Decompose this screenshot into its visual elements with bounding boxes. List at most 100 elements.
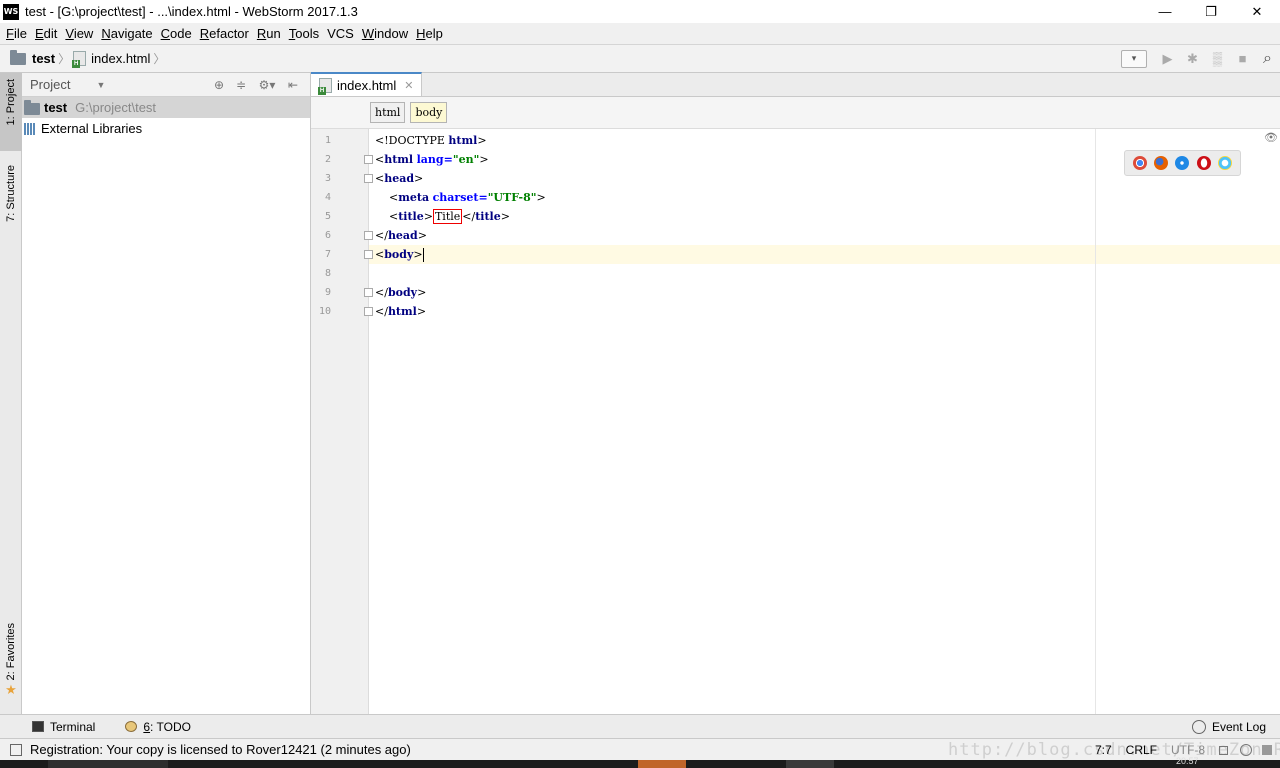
taskbar-clock[interactable]: 20:57 <box>1176 756 1199 766</box>
menu-edit[interactable]: Edit <box>31 26 61 41</box>
menu-help[interactable]: Help <box>412 26 447 41</box>
close-tab-icon[interactable]: ✕ <box>404 79 413 92</box>
star-icon: ★ <box>5 682 17 698</box>
line-separator[interactable]: CRLF <box>1126 743 1157 757</box>
project-panel: Project ▼ ⊕ ≑ ⚙▾ ⇤ test G:\project\test … <box>22 73 311 714</box>
menu-view[interactable]: View <box>61 26 97 41</box>
minimize-button[interactable]: — <box>1142 0 1188 23</box>
tab-label: index.html <box>337 77 397 93</box>
menu-bar: File Edit View Navigate Code Refactor Ru… <box>0 23 1280 44</box>
folder-icon <box>24 100 40 115</box>
search-everywhere-icon[interactable]: ⌕ <box>1255 48 1280 70</box>
code-line-6: </head> <box>375 229 427 242</box>
code-line-3: <head> <box>375 172 424 185</box>
tool-window-favorites-label: 2: Favorites <box>5 623 17 681</box>
nav-crumb-project[interactable]: test <box>10 49 56 66</box>
gear-icon[interactable]: ⚙▾ <box>252 78 282 92</box>
folder-icon <box>10 49 26 65</box>
line-number: 8 <box>324 268 331 279</box>
opera-icon[interactable] <box>1196 156 1211 170</box>
debug-icon[interactable]: ✱ <box>1180 48 1205 70</box>
file-encoding[interactable]: UTF-8 <box>1171 743 1205 757</box>
status-message[interactable]: Registration: Your copy is licensed to R… <box>30 742 411 757</box>
code-line-5: <title> Title </title> <box>389 209 510 224</box>
terminal-label: Terminal <box>50 719 96 734</box>
code-line-1: <!DOCTYPE html> <box>375 134 487 147</box>
todo-icon <box>125 721 138 732</box>
hide-panel-icon[interactable]: ⇤ <box>282 78 304 92</box>
eye-icon[interactable]: 👁 <box>1264 131 1278 144</box>
menu-run[interactable]: Run <box>253 26 285 41</box>
editor-area: index.html ✕ html body 1 2 3 4 5 6 7 8 9… <box>311 72 1280 714</box>
title-bar: WS test - [G:\project\test] - ...\index.… <box>0 0 1280 23</box>
taskbar-app-item[interactable] <box>48 760 168 768</box>
line-number: 2 <box>324 154 331 165</box>
terminal-tool-button[interactable]: Terminal <box>32 720 95 734</box>
chevron-down-icon[interactable]: ▼ <box>96 80 105 90</box>
os-taskbar: 20:57 <box>0 756 1280 768</box>
nav-project-label: test <box>32 51 56 66</box>
menu-vcs[interactable]: VCS <box>323 26 358 41</box>
event-log-button[interactable]: Event Log <box>1191 719 1266 734</box>
tab-index-html[interactable]: index.html ✕ <box>311 72 423 96</box>
line-number: 10 <box>318 306 331 317</box>
tag-crumb-html[interactable]: html <box>370 102 406 123</box>
status-toggle-icon[interactable] <box>10 743 22 756</box>
run-icon[interactable]: ▶ <box>1155 48 1180 70</box>
todo-tool-button[interactable]: 6: TODO <box>125 720 191 734</box>
safari-icon[interactable] <box>1175 156 1190 170</box>
menu-window[interactable]: Window <box>358 26 412 41</box>
caret-position[interactable]: 7:7 <box>1095 743 1112 757</box>
tree-item-external-libraries[interactable]: External Libraries <box>22 118 310 139</box>
navigation-bar: test 〉 index.html 〉 ▾ ▶ ✱ ▒ ■ ⌕ <box>0 44 1280 73</box>
crumb-separator-icon: 〉 <box>153 52 166 66</box>
bottom-tool-bar: Terminal 6: TODO Event Log <box>0 714 1280 738</box>
line-number: 7 <box>324 249 331 260</box>
locate-file-icon[interactable]: ⊕ <box>208 78 230 92</box>
tool-window-project[interactable]: 1: Project <box>0 73 22 151</box>
line-number: 3 <box>324 173 331 184</box>
todo-number: 6 <box>143 719 151 734</box>
left-tool-strip: 1: Project 7: Structure 2: Favorites ★ <box>0 73 22 714</box>
tree-item-label: test <box>44 100 68 115</box>
inspector-icon[interactable] <box>1240 744 1252 756</box>
lock-icon[interactable] <box>1219 745 1228 755</box>
run-config-dropdown[interactable]: ▾ <box>1121 49 1147 68</box>
notifications-icon[interactable] <box>1262 745 1272 755</box>
firefox-icon[interactable] <box>1154 156 1169 170</box>
line-number: 9 <box>324 287 331 298</box>
stop-icon[interactable]: ■ <box>1230 48 1255 70</box>
window-title: test - [G:\project\test] - ...\index.htm… <box>25 4 358 19</box>
tree-item-project-root[interactable]: test G:\project\test <box>22 97 310 118</box>
library-icon <box>24 122 38 135</box>
crumb-separator-icon: 〉 <box>58 52 71 66</box>
nav-crumb-file[interactable]: index.html <box>72 51 151 68</box>
collapse-all-icon[interactable]: ≑ <box>230 78 252 92</box>
tag-crumb-body[interactable]: body <box>410 102 448 123</box>
event-log-label: Event Log <box>1211 719 1266 734</box>
project-view-selector[interactable]: Project <box>30 77 70 92</box>
text-caret <box>422 248 424 262</box>
restore-button[interactable]: ❐ <box>1188 0 1234 23</box>
window-controls: — ❐ ✕ <box>1142 0 1280 23</box>
code-editor[interactable]: <!DOCTYPE html> <html lang="en"> <head> … <box>369 129 1280 714</box>
line-number-gutter: 1 2 3 4 5 6 7 8 9 10 <box>311 129 373 714</box>
nav-file-label: index.html <box>91 51 151 66</box>
menu-refactor[interactable]: Refactor <box>196 26 253 41</box>
coverage-icon[interactable]: ▒ <box>1205 48 1230 70</box>
todo-label: : TODO <box>150 719 191 734</box>
taskbar-app-active[interactable] <box>638 760 686 768</box>
close-button[interactable]: ✕ <box>1234 0 1280 23</box>
tool-window-structure-label: 7: Structure <box>5 165 17 222</box>
tool-window-structure[interactable]: 7: Structure <box>0 165 22 247</box>
chrome-icon[interactable] <box>1132 156 1147 170</box>
menu-tools[interactable]: Tools <box>285 26 323 41</box>
menu-navigate[interactable]: Navigate <box>97 26 156 41</box>
menu-file[interactable]: File <box>2 26 31 41</box>
ie-icon[interactable] <box>1218 156 1233 170</box>
html-file-icon <box>72 51 87 68</box>
tool-window-project-label: 1: Project <box>5 79 17 126</box>
tool-window-favorites[interactable]: 2: Favorites ★ <box>0 623 22 709</box>
taskbar-app-item[interactable] <box>786 760 834 768</box>
menu-code[interactable]: Code <box>157 26 196 41</box>
